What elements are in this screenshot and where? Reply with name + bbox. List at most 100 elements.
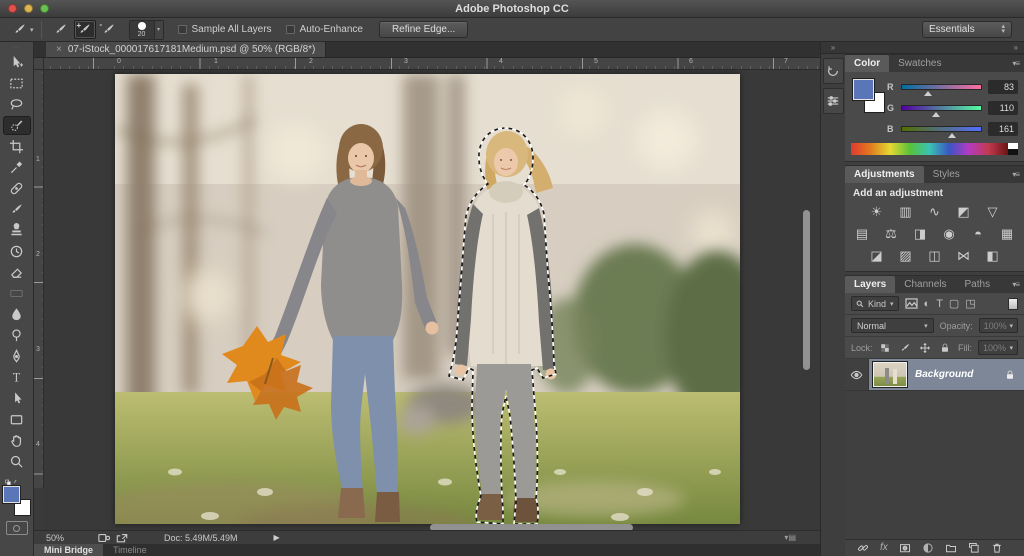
filter-smart-objects-icon[interactable]: ◳	[965, 298, 975, 310]
fill-field[interactable]: 100% ▾	[978, 340, 1018, 355]
black-white-icon[interactable]: ◨	[912, 226, 928, 242]
tab-paths[interactable]: Paths	[956, 276, 1000, 293]
filter-adjustment-layers-icon[interactable]: ◐	[924, 298, 931, 310]
vertical-ruler[interactable]: 1 2 3 4	[34, 70, 44, 488]
status-arrow-icon[interactable]: ▶	[274, 533, 280, 542]
rectangle-shape-tool[interactable]	[4, 411, 30, 428]
canvas-image[interactable]	[115, 74, 740, 524]
add-layer-mask-icon[interactable]	[899, 542, 911, 554]
eyedropper-tool[interactable]	[4, 159, 30, 176]
red-slider[interactable]	[901, 84, 982, 96]
dodge-tool[interactable]	[4, 327, 30, 344]
lock-transparency-icon[interactable]	[879, 342, 891, 354]
type-tool[interactable]: T	[4, 369, 30, 386]
default-colors-widget[interactable]	[4, 474, 30, 486]
tool-preset-picker[interactable]: ▾	[12, 22, 34, 37]
green-slider[interactable]	[901, 105, 982, 117]
clone-stamp-tool[interactable]	[4, 222, 30, 239]
selected-layer[interactable]: Background	[869, 359, 1024, 390]
collapse-dock-icon[interactable]: »	[831, 43, 835, 52]
sample-all-layers-checkbox[interactable]: Sample All Layers	[177, 24, 272, 35]
tab-channels[interactable]: Channels	[895, 276, 955, 293]
posterize-icon[interactable]: ▨	[898, 248, 914, 264]
new-adjustment-layer-icon[interactable]	[922, 542, 934, 554]
blue-slider[interactable]	[901, 126, 982, 138]
path-selection-tool[interactable]	[4, 390, 30, 407]
blue-value-field[interactable]: 161	[988, 122, 1018, 136]
tab-color[interactable]: Color	[845, 55, 890, 72]
close-window-button[interactable]	[8, 4, 17, 13]
hue-saturation-icon[interactable]: ▤	[854, 226, 870, 242]
invert-icon[interactable]: ◪	[869, 248, 885, 264]
toolbar-grip[interactable]: ∙∙	[13, 43, 19, 52]
filter-shape-layers-icon[interactable]: ▢	[949, 298, 959, 310]
brush-size-picker[interactable]: 20 ▾	[128, 19, 164, 40]
gradient-tool[interactable]	[4, 285, 30, 302]
tab-timeline[interactable]: Timeline	[103, 544, 157, 556]
spot-healing-brush-tool[interactable]	[4, 180, 30, 197]
threshold-icon[interactable]: ◫	[927, 248, 943, 264]
move-tool[interactable]	[4, 54, 30, 71]
quick-mask-button[interactable]	[5, 521, 28, 535]
lock-all-icon[interactable]	[939, 342, 951, 354]
delete-layer-icon[interactable]	[991, 542, 1003, 554]
layer-row-background[interactable]: Background	[845, 359, 1024, 391]
vertical-scrollbar[interactable]	[803, 210, 810, 370]
opacity-field[interactable]: 100% ▾	[978, 318, 1018, 333]
hue-ramp[interactable]	[851, 143, 1008, 155]
gradient-map-icon[interactable]: ◧	[985, 248, 1001, 264]
layer-effects-icon[interactable]: fx	[880, 543, 888, 553]
workspace-switcher[interactable]: Essentials ▴ ▾	[922, 21, 1012, 38]
filter-pixel-layers-icon[interactable]	[904, 298, 918, 309]
blend-mode-dropdown[interactable]: Normal ▾	[851, 318, 934, 333]
filter-type-layers-icon[interactable]: T	[936, 298, 943, 310]
red-value-field[interactable]: 83	[988, 80, 1018, 94]
history-brush-tool[interactable]	[4, 243, 30, 260]
subtract-from-selection-mode-button[interactable]: -	[98, 20, 120, 39]
color-spectrum-ramp[interactable]	[851, 143, 1018, 155]
foreground-color-swatch[interactable]	[1, 485, 21, 504]
layer-thumbnail[interactable]	[872, 361, 908, 388]
filter-toggle-icon[interactable]	[1008, 297, 1018, 310]
quick-selection-tool[interactable]	[3, 117, 30, 134]
exposure-icon[interactable]: ◩	[956, 204, 972, 220]
horizontal-ruler[interactable]: 0 1 2 3 4 5 6 7	[44, 58, 820, 70]
slider-thumb[interactable]	[931, 112, 940, 117]
vibrance-icon[interactable]: ▽	[985, 204, 1001, 220]
zoom-window-button[interactable]	[40, 4, 49, 13]
layer-visibility-toggle[interactable]	[845, 359, 869, 390]
black-swatch[interactable]	[1008, 149, 1018, 155]
close-document-icon[interactable]: ×	[56, 44, 62, 55]
link-layers-icon[interactable]	[857, 542, 869, 554]
brightness-contrast-icon[interactable]: ☀	[869, 204, 885, 220]
document-tab[interactable]: × 07-iStock_000017617181Medium.psd @ 50%…	[46, 42, 327, 57]
lasso-tool[interactable]	[4, 96, 30, 113]
slider-thumb[interactable]	[947, 133, 956, 138]
new-group-icon[interactable]	[945, 542, 957, 554]
color-balance-icon[interactable]: ⚖	[883, 226, 899, 242]
minimize-window-button[interactable]	[24, 4, 33, 13]
curves-icon[interactable]: ∿	[927, 204, 943, 220]
lock-position-icon[interactable]	[919, 342, 931, 354]
auto-enhance-checkbox[interactable]: Auto-Enhance	[285, 24, 363, 35]
pen-tool[interactable]	[4, 348, 30, 365]
crop-tool[interactable]	[4, 138, 30, 155]
new-layer-icon[interactable]	[968, 542, 980, 554]
tab-swatches[interactable]: Swatches	[889, 55, 950, 72]
panel-menu-icon[interactable]: ▾≡	[1012, 280, 1020, 289]
layer-name[interactable]: Background	[915, 369, 996, 380]
photo-filter-icon[interactable]: ◉	[941, 226, 957, 242]
history-panel-button[interactable]	[822, 58, 844, 84]
tab-styles[interactable]: Styles	[924, 166, 969, 183]
eraser-tool[interactable]	[4, 264, 30, 281]
properties-panel-button[interactable]	[822, 88, 844, 114]
brush-tool[interactable]	[4, 201, 30, 218]
selective-color-icon[interactable]: ⋈	[956, 248, 972, 264]
lock-pixels-icon[interactable]	[899, 342, 911, 354]
channel-mixer-icon[interactable]: ◓	[970, 226, 986, 242]
collapse-panels-icon[interactable]: »	[1014, 43, 1018, 52]
blur-tool[interactable]	[4, 306, 30, 323]
new-selection-mode-button[interactable]	[50, 20, 72, 39]
levels-icon[interactable]: ▥	[898, 204, 914, 220]
tab-layers[interactable]: Layers	[845, 276, 896, 293]
